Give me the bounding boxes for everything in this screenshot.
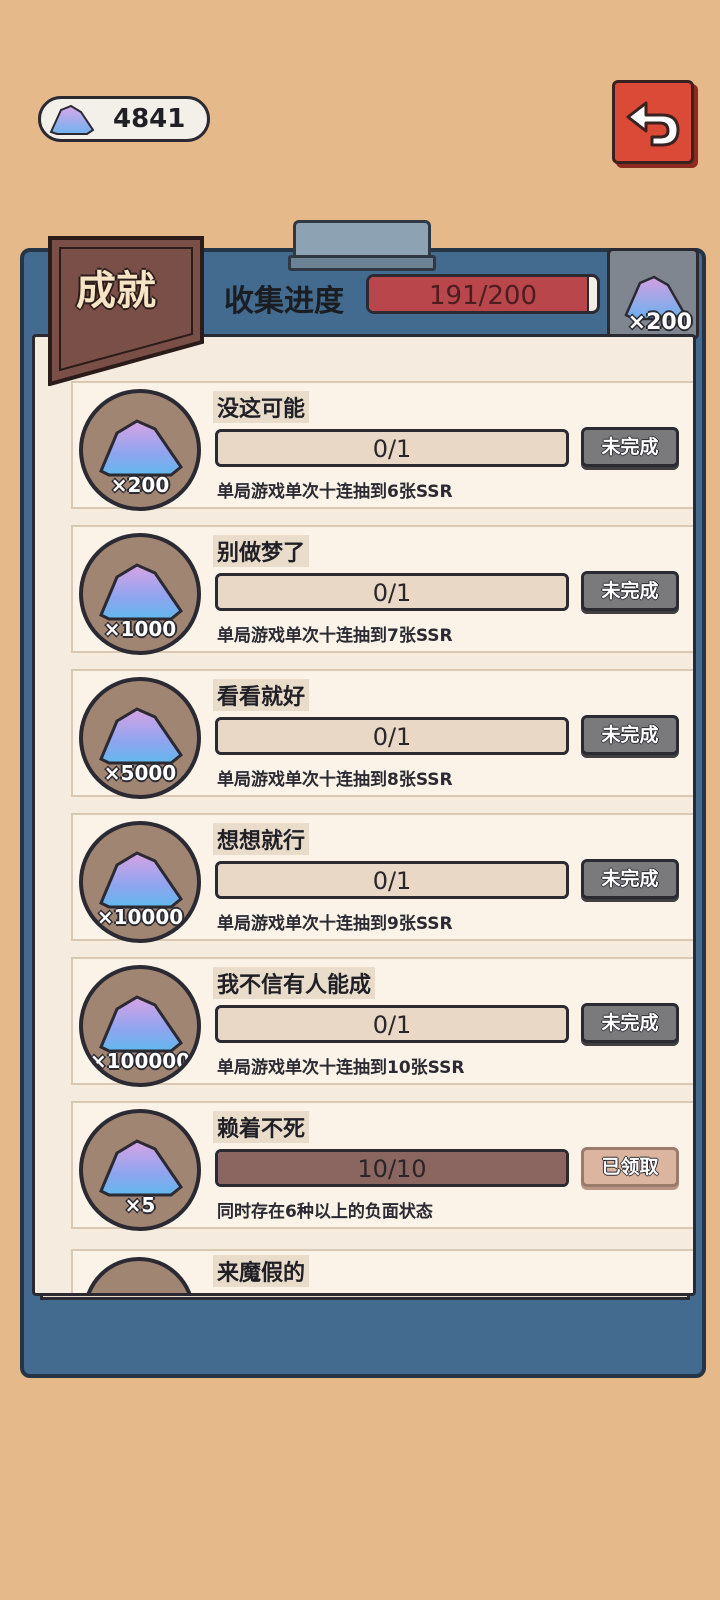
list-item: ×10000 想想就行 0/1 单局游戏单次十连抽到9张SSR 未完成 [71, 813, 693, 943]
collect-progress-text: 191/200 [428, 281, 537, 311]
reward-badge: ×5000 [79, 677, 201, 799]
achievement-progress-text: 10/10 [357, 1155, 427, 1183]
collect-reward-box[interactable]: ×200 [607, 248, 699, 340]
achievement-progress-bar: 0/1 [215, 1005, 569, 1043]
achievement-name: 想想就行 [213, 823, 310, 855]
reward-qty: ×5 [124, 1193, 156, 1217]
claimed-button[interactable]: 已领取 [581, 1147, 679, 1187]
achievement-desc: 单局游戏单次十连抽到7张SSR [217, 626, 453, 646]
collect-reward-qty: ×200 [627, 310, 692, 335]
crystal-icon [99, 419, 184, 477]
achievement-progress-text: 0/1 [372, 723, 412, 751]
reward-qty: ×10000 [96, 905, 184, 929]
incomplete-button[interactable]: 未完成 [581, 859, 679, 899]
collect-progress-label: 收集进度 [224, 284, 344, 319]
crystal-icon [49, 104, 95, 135]
title-flag: 成就 [46, 236, 206, 386]
reward-badge: ×1000 [79, 533, 201, 655]
currency-display: 4841 [38, 96, 210, 142]
achievement-desc: 单局游戏单次十连抽到9张SSR [217, 914, 453, 934]
reward-badge [83, 1257, 195, 1293]
achievement-name: 看看就好 [213, 679, 310, 711]
achievement-name: 我不信有人能成 [213, 967, 376, 999]
achievement-name: 没这可能 [213, 391, 310, 423]
currency-amount: 4841 [113, 104, 186, 134]
achievement-progress-bar: 0/1 [215, 717, 569, 755]
achievement-name: 别做梦了 [213, 535, 310, 567]
crystal-icon [99, 851, 184, 909]
achievement-progress-text: 0/1 [372, 1011, 412, 1039]
reward-badge: ×10000 [79, 821, 201, 943]
achievement-name: 来魔假的 [213, 1255, 310, 1287]
list-item: ×100000 我不信有人能成 0/1 单局游戏单次十连抽到10张SSR 未完成 [71, 957, 693, 1087]
back-button[interactable] [612, 80, 694, 164]
achievement-progress-bar: 10/10 [215, 1149, 569, 1187]
achievement-list: ×200 没这可能 0/1 单局游戏单次十连抽到6张SSR 未完成 ×1000 … [32, 334, 696, 1296]
list-item: ×200 没这可能 0/1 单局游戏单次十连抽到6张SSR 未完成 [71, 381, 693, 511]
crystal-icon [99, 707, 184, 765]
list-item-partial[interactable]: 来魔假的 [71, 1249, 693, 1293]
achievement-progress-text: 0/1 [372, 867, 412, 895]
crystal-icon [99, 563, 184, 621]
achievement-progress-bar: 0/1 [215, 573, 569, 611]
list-item: ×1000 别做梦了 0/1 单局游戏单次十连抽到7张SSR 未完成 [71, 525, 693, 655]
reward-qty: ×1000 [103, 617, 177, 641]
incomplete-button[interactable]: 未完成 [581, 571, 679, 611]
achievement-desc: 同时存在6种以上的负面状态 [217, 1202, 433, 1222]
return-arrow-icon [626, 101, 680, 147]
incomplete-button[interactable]: 未完成 [581, 715, 679, 755]
incomplete-button[interactable]: 未完成 [581, 427, 679, 467]
list-item: ×5 赖着不死 10/10 同时存在6种以上的负面状态 已领取 [71, 1101, 693, 1231]
achievement-progress-text: 0/1 [372, 579, 412, 607]
achievement-progress-bar: 0/1 [215, 429, 569, 467]
reward-qty: ×200 [110, 473, 170, 497]
reward-qty: ×5000 [103, 761, 177, 785]
achievement-desc: 单局游戏单次十连抽到6张SSR [217, 482, 453, 502]
collect-progress-bar: 191/200 [366, 274, 600, 314]
reward-badge: ×100000 [79, 965, 201, 1087]
achievement-desc: 单局游戏单次十连抽到10张SSR [217, 1058, 465, 1078]
reward-badge: ×200 [79, 389, 201, 511]
achievement-name: 赖着不死 [213, 1111, 310, 1143]
crystal-icon [99, 1139, 184, 1197]
achievement-progress-text: 0/1 [372, 435, 412, 463]
reward-badge: ×5 [79, 1109, 201, 1231]
achievement-desc: 单局游戏单次十连抽到8张SSR [217, 770, 453, 790]
crystal-icon [99, 995, 184, 1053]
reward-qty: ×100000 [89, 1049, 191, 1073]
page-title: 成就 [76, 268, 156, 314]
incomplete-button[interactable]: 未完成 [581, 1003, 679, 1043]
board-clip [288, 220, 436, 271]
list-item: ×5000 看看就好 0/1 单局游戏单次十连抽到8张SSR 未完成 [71, 669, 693, 799]
achievement-progress-bar: 0/1 [215, 861, 569, 899]
